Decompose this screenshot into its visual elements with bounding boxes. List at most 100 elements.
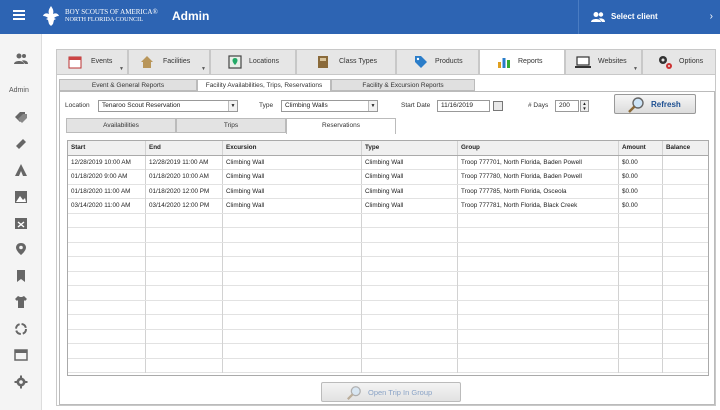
table-cell	[68, 228, 146, 242]
table-cell	[223, 271, 362, 286]
table-row[interactable]: 01/18/2020 9:00 AM 01/18/2020 10:00 AM Cli…	[68, 170, 708, 185]
chevron-right-icon: ›	[709, 11, 713, 22]
ticket-icon[interactable]	[14, 137, 28, 151]
tab-locations[interactable]: Locations	[210, 49, 296, 74]
table-cell	[663, 344, 708, 358]
module-tabs: Events ▼ Facilities ▼ Locations Class Ty…	[56, 49, 716, 75]
window-icon[interactable]	[14, 348, 28, 362]
circle-arrows-icon[interactable]	[14, 322, 28, 336]
table-cell: 03/14/2020 12:00 PM	[146, 199, 223, 213]
table-cell	[619, 329, 663, 344]
days-label: # Days	[528, 102, 549, 109]
table-cell	[663, 272, 708, 286]
col-balance[interactable]: Balance	[663, 141, 708, 155]
table-row[interactable]: 01/18/2020 11:00 AM 01/18/2020 12:00 PM Cl…	[68, 184, 708, 199]
tab-event-general-reports[interactable]: Event & General Reports	[59, 79, 197, 91]
app-title: Admin	[172, 9, 210, 23]
table-cell	[223, 213, 362, 228]
refresh-button[interactable]: Refresh	[614, 94, 696, 114]
menu-icon[interactable]	[13, 10, 25, 22]
table-cell	[663, 170, 708, 184]
tab-class-types[interactable]: Class Types	[296, 49, 396, 74]
open-trip-label: Open Trip In Group	[368, 388, 433, 397]
type-label: Type	[259, 102, 274, 109]
calendar-x-icon[interactable]	[14, 216, 28, 230]
reports-panel: Event & General Reports Facility Availab…	[56, 74, 716, 406]
table-cell: Troop 777701, North Florida, Baden Powel…	[458, 155, 619, 170]
people-icon[interactable]	[14, 52, 28, 66]
chevron-down-icon: ▼	[633, 66, 638, 72]
calendar-picker-icon[interactable]	[493, 101, 503, 111]
dropdown-arrow-icon: ▼	[368, 101, 377, 111]
col-end[interactable]: End	[146, 141, 223, 155]
days-spinner[interactable]: ▲ ▼	[580, 100, 589, 112]
table-cell	[458, 257, 619, 271]
bookmark-icon[interactable]	[14, 269, 28, 283]
table-row	[68, 358, 708, 373]
tab-facility-excursion-reports[interactable]: Facility & Excursion Reports	[331, 79, 475, 91]
table-cell	[223, 242, 362, 257]
table-cell: $0.00	[619, 199, 663, 213]
table-row[interactable]: 12/28/2019 10:00 AM 12/28/2019 11:00 AM Cl…	[68, 155, 708, 170]
table-cell	[362, 271, 458, 286]
bar-chart-icon	[498, 58, 510, 68]
tab-availabilities[interactable]: Availabilities	[66, 118, 176, 133]
table-cell	[362, 300, 458, 315]
table-cell	[68, 344, 146, 358]
col-excursion[interactable]: Excursion	[223, 141, 362, 155]
table-cell: $0.00	[619, 184, 663, 199]
book-icon	[318, 56, 328, 68]
gear-icon[interactable]	[14, 375, 28, 389]
table-cell	[146, 213, 223, 228]
table-cell	[146, 228, 223, 242]
image-icon[interactable]	[14, 190, 28, 204]
table-cell	[146, 286, 223, 300]
table-cell: $0.00	[619, 170, 663, 184]
table-cell	[146, 344, 223, 358]
tab-products[interactable]: Products	[396, 49, 479, 74]
table-cell: 12/28/2019 10:00 AM	[68, 155, 146, 170]
open-trip-in-group-button[interactable]: Open Trip In Group	[321, 382, 461, 402]
tab-websites[interactable]: Websites ▼	[565, 49, 642, 74]
tab-trips[interactable]: Trips	[176, 118, 286, 133]
select-client-label: Select client	[611, 12, 658, 21]
table-cell	[619, 242, 663, 257]
table-row[interactable]: 03/14/2020 11:00 AM 03/14/2020 12:00 PM Cl…	[68, 199, 708, 214]
location-pin-icon[interactable]	[14, 242, 28, 256]
table-cell: Climbing Wall	[223, 155, 362, 170]
location-select[interactable]: Tenaroo Scout Reservation ▼	[98, 100, 238, 112]
type-select[interactable]: Climbing Walls ▼	[281, 100, 378, 112]
table-cell	[223, 257, 362, 271]
days-input[interactable]: 200	[555, 100, 579, 112]
table-cell	[458, 286, 619, 300]
table-cell	[146, 257, 223, 271]
table-row	[68, 315, 708, 330]
table-cell	[458, 271, 619, 286]
table-cell: 03/14/2020 11:00 AM	[68, 199, 146, 213]
table-cell	[619, 315, 663, 329]
col-type[interactable]: Type	[362, 141, 458, 155]
col-group[interactable]: Group	[458, 141, 619, 155]
tab-reservations[interactable]: Reservations	[286, 118, 396, 134]
table-cell	[619, 344, 663, 358]
tab-reports[interactable]: Reports	[479, 49, 565, 75]
tab-facilities[interactable]: Facilities ▼	[128, 49, 210, 74]
table-cell	[223, 228, 362, 242]
tags-icon[interactable]	[14, 110, 28, 124]
start-date-input[interactable]: 11/16/2019	[437, 100, 490, 112]
table-cell	[663, 228, 708, 242]
shirt-icon[interactable]	[14, 295, 28, 309]
table-cell	[68, 271, 146, 286]
table-cell: 12/28/2019 11:00 AM	[146, 155, 223, 170]
col-start[interactable]: Start	[68, 141, 146, 155]
tent-icon[interactable]	[14, 163, 28, 177]
col-amount[interactable]: Amount	[619, 141, 663, 155]
table-cell	[458, 329, 619, 344]
select-client-button[interactable]: Select client ›	[578, 0, 720, 34]
table-cell	[619, 286, 663, 300]
tab-events[interactable]: Events ▼	[56, 49, 128, 74]
table-cell: Climbing Wall	[362, 170, 458, 184]
table-row	[68, 228, 708, 243]
table-header-row: Start End Excursion Type Group Amount Ba…	[68, 141, 708, 156]
tab-options[interactable]: Options	[642, 49, 716, 74]
